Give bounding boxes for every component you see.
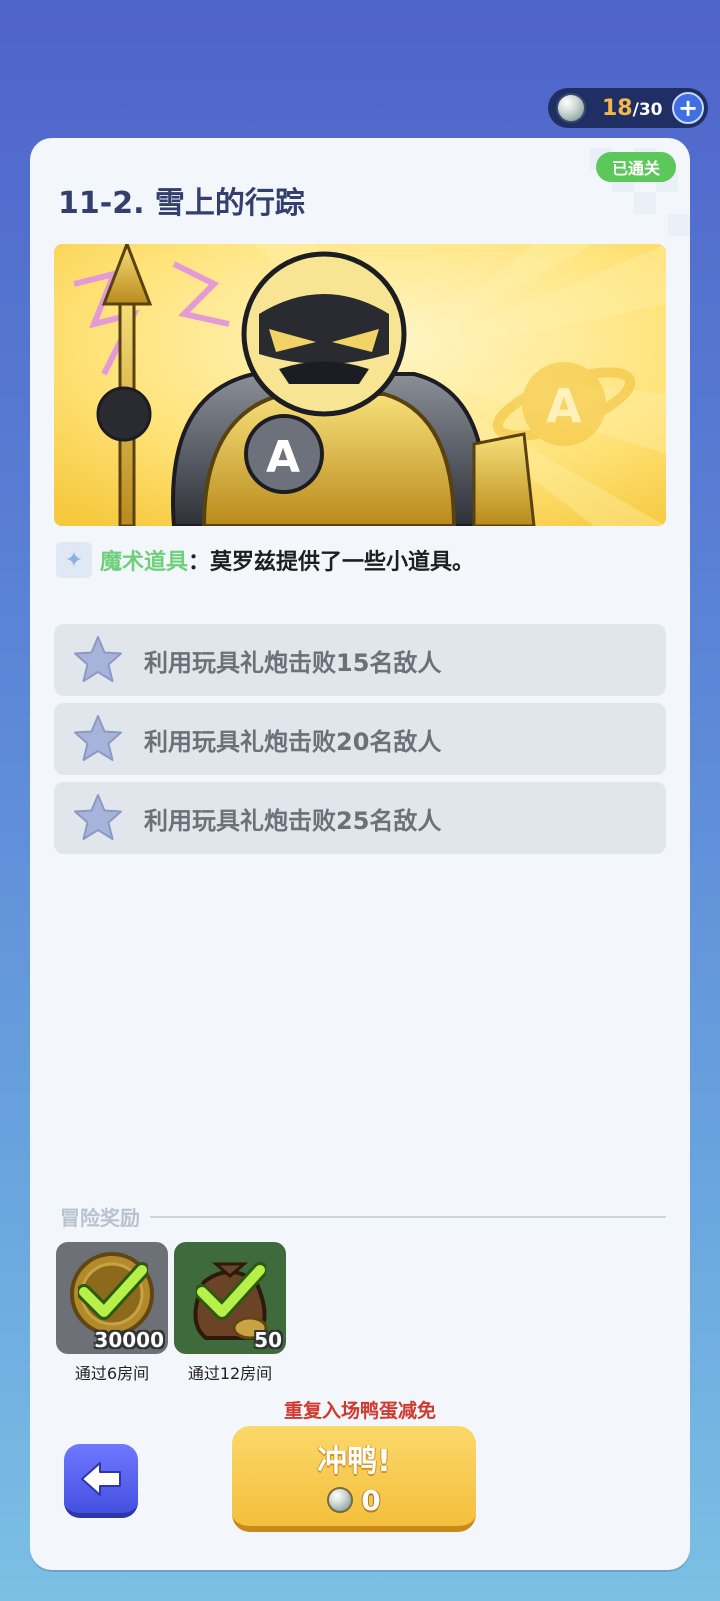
objective-item: 利用玩具礼炮击败25名敌人	[54, 782, 666, 854]
checkmark-icon	[78, 1262, 148, 1320]
reward-caption: 通过6房间	[74, 1364, 150, 1383]
duck-egg-icon	[327, 1487, 354, 1513]
back-button[interactable]	[64, 1444, 138, 1518]
checkmark-icon	[196, 1262, 266, 1320]
waiver-notice: 重复入场鸭蛋减免	[283, 1400, 436, 1422]
add-duck-egg-button[interactable]: +	[672, 92, 704, 124]
sparkle-icon: ✦	[56, 542, 92, 578]
objectives-list: 利用玩具礼炮击败15名敌人 利用玩具礼炮击败20名敌人 利用玩具礼炮击败25名敌…	[54, 624, 666, 861]
duck-egg-counter: 18 /30 +	[548, 88, 708, 128]
reward-item-coins[interactable]: 30000 通过6房间	[56, 1242, 168, 1384]
svg-text:A: A	[266, 432, 300, 483]
duck-egg-count: 18 /30	[602, 96, 663, 121]
level-card: 已通关 11-2. 雪上的行踪 A A ✦ 魔术道具 ： 莫罗兹提供了一些小道具…	[30, 138, 690, 1570]
duck-egg-icon	[556, 93, 586, 123]
cleared-badge: 已通关	[596, 152, 676, 182]
description-tag: 魔术道具	[100, 550, 189, 575]
start-level-label: 冲鸭!	[317, 1443, 391, 1479]
rewards-header: 冒险奖励	[60, 1202, 666, 1231]
entry-cost: 0	[327, 1483, 381, 1517]
objective-item: 利用玩具礼炮击败15名敌人	[54, 624, 666, 696]
star-icon	[74, 636, 122, 682]
entry-cost-value: 0	[361, 1483, 381, 1517]
objective-label: 利用玩具礼炮击败15名敌人	[144, 648, 442, 677]
arrow-left-icon	[81, 1461, 121, 1496]
description-separator: ：	[188, 550, 211, 575]
level-title: 11-2. 雪上的行踪	[58, 186, 305, 221]
rewards-title: 冒险奖励	[60, 1206, 140, 1230]
svg-text:A: A	[546, 379, 582, 433]
objective-label: 利用玩具礼炮击败20名敌人	[144, 727, 442, 756]
level-banner: A A	[54, 244, 666, 526]
level-description: ✦ 魔术道具 ： 莫罗兹提供了一些小道具。	[56, 542, 474, 578]
rewards-divider	[150, 1215, 666, 1218]
reward-amount: 30000	[94, 1328, 164, 1352]
duck-egg-max: /30	[632, 99, 663, 120]
duck-egg-current: 18	[602, 95, 633, 121]
star-icon	[74, 715, 122, 761]
reward-amount: 50	[254, 1328, 282, 1352]
reward-item-bag[interactable]: 50 通过12房间	[174, 1242, 286, 1384]
armored-knight-illustration: A A	[54, 244, 666, 526]
objective-item: 利用玩具礼炮击败20名敌人	[54, 703, 666, 775]
objective-label: 利用玩具礼炮击败25名敌人	[144, 806, 442, 835]
reward-tile: 50	[174, 1242, 286, 1354]
reward-caption: 通过12房间	[187, 1364, 273, 1383]
start-level-button[interactable]: 冲鸭! 0	[232, 1426, 476, 1532]
description-text: 莫罗兹提供了一些小道具。	[210, 550, 475, 575]
reward-tile: 30000	[56, 1242, 168, 1354]
star-icon	[74, 794, 122, 840]
